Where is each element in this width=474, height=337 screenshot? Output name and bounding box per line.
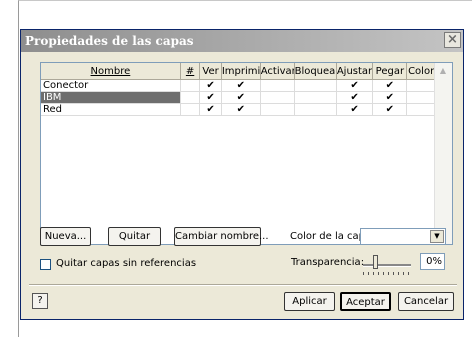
layer-row-red[interactable]: Red ✔ ✔ ✔ ✔ bbox=[41, 103, 436, 116]
column-header-color[interactable]: Color bbox=[406, 63, 436, 80]
layer-row-ibm[interactable]: IBM ✔ ✔ ✔ ✔ bbox=[41, 91, 436, 104]
layer-name[interactable]: Red bbox=[41, 103, 181, 116]
transparency-slider-track[interactable] bbox=[363, 264, 411, 267]
ajustar-check[interactable]: ✔ bbox=[336, 79, 374, 92]
transparency-label: Transparencia: bbox=[291, 257, 365, 268]
title-bar: Propiedades de las capas × bbox=[21, 30, 463, 52]
layer-color-select[interactable]: ▼ bbox=[360, 228, 446, 245]
ajustar-check[interactable]: ✔ bbox=[336, 91, 374, 104]
scroll-up-icon[interactable]: ▲ bbox=[436, 64, 450, 78]
remove-unreferenced-checkbox[interactable] bbox=[40, 259, 51, 270]
layer-properties-dialog: Propiedades de las capas × Nombre # Ver … bbox=[20, 29, 464, 320]
activar-cell[interactable] bbox=[260, 79, 295, 92]
column-header-bloquear[interactable]: Bloquear bbox=[294, 63, 337, 80]
layer-number-cell bbox=[180, 91, 201, 104]
cancel-button[interactable]: Cancelar bbox=[398, 292, 454, 311]
imprimir-check[interactable]: ✔ bbox=[221, 103, 261, 116]
slider-ticks bbox=[363, 272, 413, 275]
close-icon: × bbox=[447, 32, 458, 47]
close-button[interactable]: × bbox=[444, 32, 461, 48]
color-cell[interactable] bbox=[406, 103, 436, 116]
activar-cell[interactable] bbox=[260, 91, 295, 104]
apply-button[interactable]: Aplicar bbox=[284, 292, 335, 311]
transparency-value-field[interactable]: 0% bbox=[420, 253, 445, 270]
pegar-check[interactable]: ✔ bbox=[372, 79, 408, 92]
vertical-scrollbar[interactable]: ▲ ▼ bbox=[434, 63, 452, 244]
bloquear-cell[interactable] bbox=[294, 79, 337, 92]
ajustar-check[interactable]: ✔ bbox=[336, 103, 374, 116]
remove-layer-button[interactable]: Quitar bbox=[108, 227, 161, 246]
color-cell[interactable] bbox=[406, 91, 436, 104]
color-cell[interactable] bbox=[406, 79, 436, 92]
accept-button[interactable]: Aceptar bbox=[340, 292, 391, 311]
rename-layer-button[interactable]: Cambiar nombre... bbox=[174, 227, 269, 246]
ver-check[interactable]: ✔ bbox=[199, 91, 222, 104]
new-layer-button[interactable]: Nueva... bbox=[40, 227, 91, 246]
column-header-number[interactable]: # bbox=[180, 63, 201, 80]
layer-number-cell bbox=[180, 103, 201, 116]
remove-unreferenced-label[interactable]: Quitar capas sin referencias bbox=[56, 258, 196, 269]
activar-cell[interactable] bbox=[260, 103, 295, 116]
column-header-activar[interactable]: Activar bbox=[260, 63, 295, 80]
layer-name[interactable]: IBM bbox=[41, 91, 181, 104]
bloquear-cell[interactable] bbox=[294, 103, 337, 116]
help-button[interactable]: ? bbox=[32, 293, 48, 309]
ver-check[interactable]: ✔ bbox=[199, 79, 222, 92]
header-row: Nombre # Ver Imprimir Activar Bloquear A… bbox=[41, 63, 436, 80]
layers-table: Nombre # Ver Imprimir Activar Bloquear A… bbox=[41, 63, 436, 116]
layer-number-cell bbox=[180, 79, 201, 92]
layer-row-conector[interactable]: Conector ✔ ✔ ✔ ✔ bbox=[41, 79, 436, 92]
transparency-slider-thumb[interactable] bbox=[373, 255, 378, 269]
imprimir-check[interactable]: ✔ bbox=[221, 79, 261, 92]
help-icon: ? bbox=[37, 295, 43, 306]
column-header-ajustar[interactable]: Ajustar bbox=[336, 63, 374, 80]
pegar-check[interactable]: ✔ bbox=[372, 103, 408, 116]
dialog-title: Propiedades de las capas bbox=[25, 34, 194, 48]
pegar-check[interactable]: ✔ bbox=[372, 91, 408, 104]
dropdown-arrow-icon[interactable]: ▼ bbox=[430, 230, 444, 243]
layer-name[interactable]: Conector bbox=[41, 79, 181, 92]
ver-check[interactable]: ✔ bbox=[199, 103, 222, 116]
separator bbox=[29, 284, 457, 286]
column-header-nombre[interactable]: Nombre bbox=[41, 63, 181, 80]
imprimir-check[interactable]: ✔ bbox=[221, 91, 261, 104]
column-header-ver[interactable]: Ver bbox=[199, 63, 222, 80]
layers-list[interactable]: Nombre # Ver Imprimir Activar Bloquear A… bbox=[40, 62, 453, 245]
column-header-imprimir[interactable]: Imprimir bbox=[221, 63, 261, 80]
column-header-pegar[interactable]: Pegar bbox=[372, 63, 408, 80]
bloquear-cell[interactable] bbox=[294, 91, 337, 104]
